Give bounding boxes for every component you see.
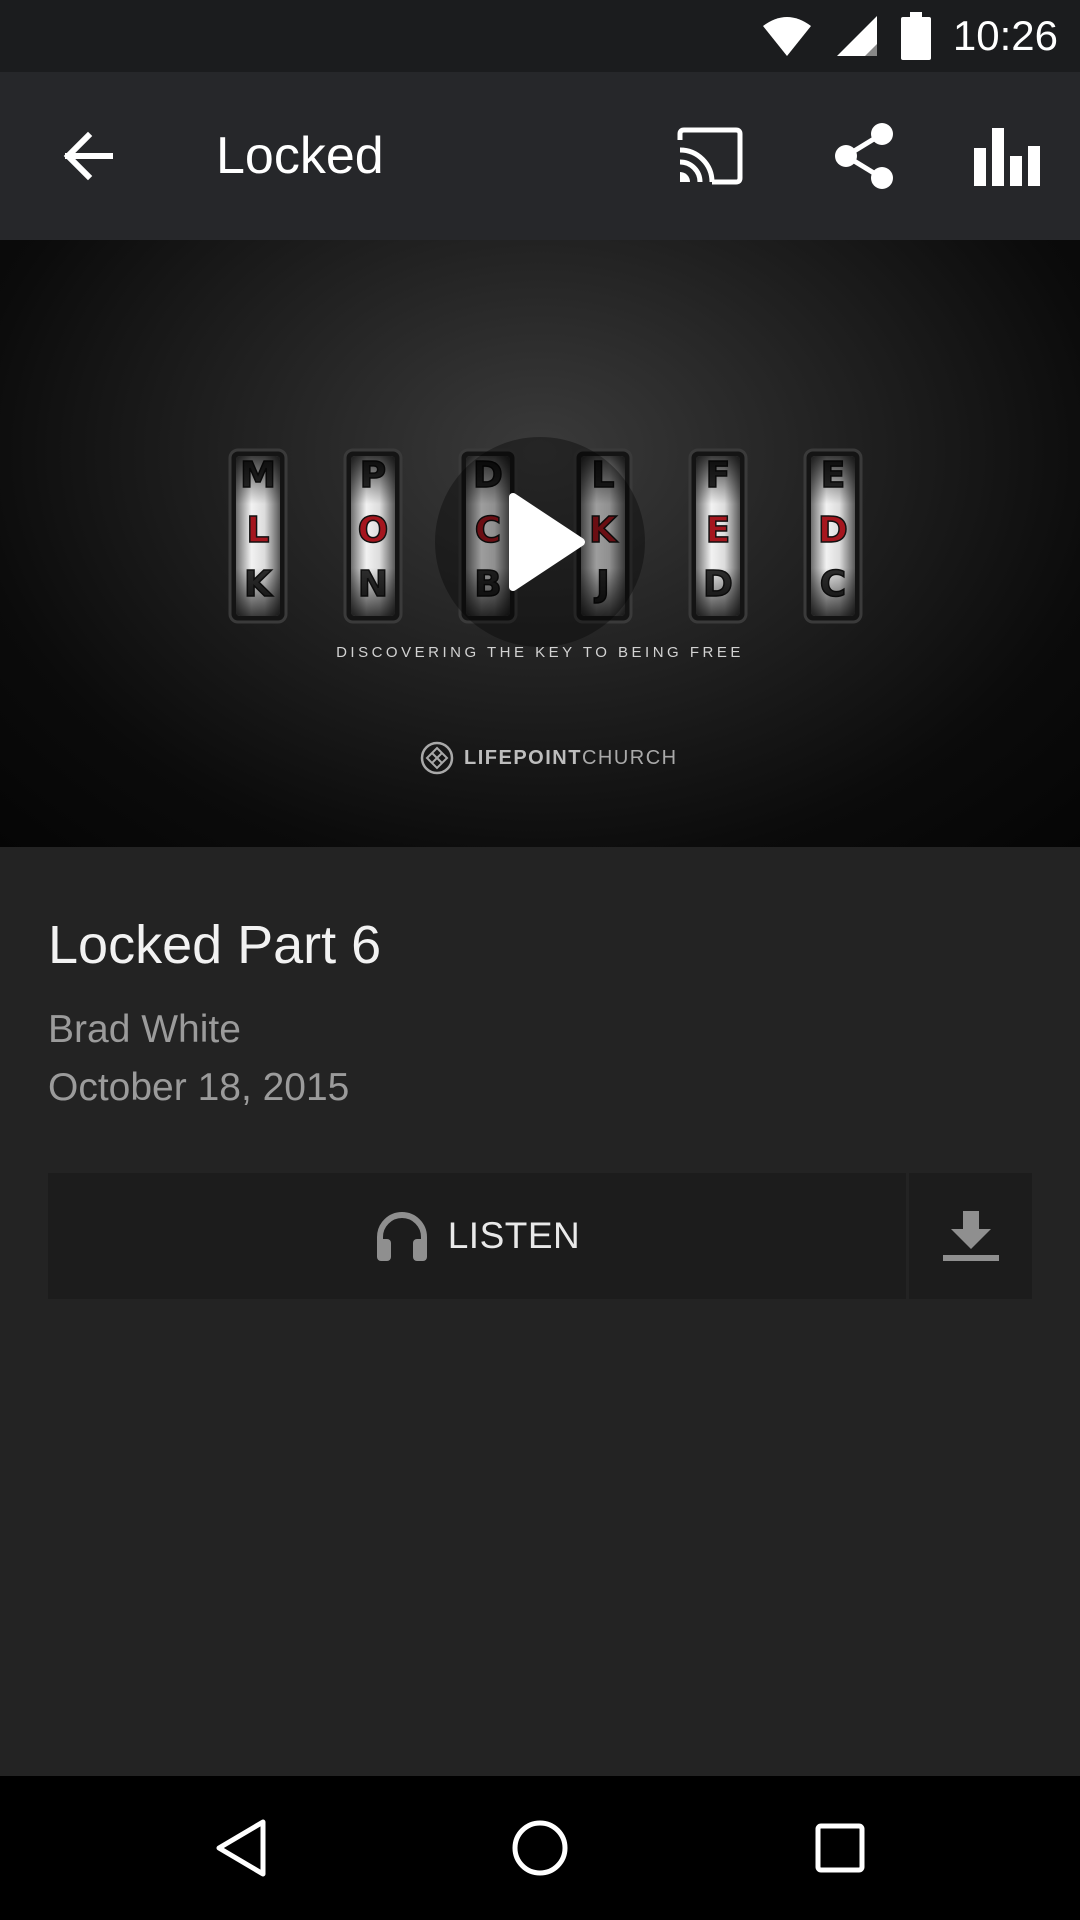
signal-icon: [836, 16, 877, 56]
headphones-icon: [376, 1212, 427, 1261]
share-icon[interactable]: [828, 120, 900, 192]
lock-tumbler: MLK: [228, 448, 288, 624]
lifepoint-logo-icon: [420, 741, 454, 775]
app-bar: Locked: [0, 72, 1080, 240]
artwork-tagline: DISCOVERING THE KEY TO BEING FREE: [336, 644, 744, 661]
play-button[interactable]: [433, 435, 647, 649]
brand-name-bold: LIFEPOINT: [464, 746, 582, 769]
cast-icon[interactable]: [672, 120, 744, 192]
equalizer-icon[interactable]: [972, 120, 1044, 192]
sermon-artwork[interactable]: MLKPONDCBLKJFEDEDC DISCOVERING THE KEY T…: [0, 240, 1080, 847]
battery-icon: [900, 12, 931, 60]
lock-tumbler: PON: [343, 448, 403, 624]
back-arrow-icon[interactable]: [52, 120, 124, 192]
sermon-speaker: Brad White: [48, 1008, 241, 1051]
lock-tumbler: FED: [688, 448, 748, 624]
status-clock: 10:26: [952, 12, 1058, 59]
wifi-icon: [762, 17, 811, 56]
page-title: Locked: [216, 127, 384, 185]
brand-name-light: CHURCH: [581, 746, 678, 769]
download-icon: [942, 1211, 999, 1261]
sermon-date: October 18, 2015: [48, 1066, 350, 1109]
listen-label: LISTEN: [447, 1215, 581, 1256]
nav-home-icon[interactable]: [504, 1812, 576, 1884]
status-bar: 10:26: [0, 0, 1080, 72]
nav-back-icon[interactable]: [205, 1812, 277, 1884]
listen-button[interactable]: LISTEN: [48, 1173, 906, 1299]
download-button[interactable]: [909, 1173, 1032, 1299]
system-navigation-bar: [0, 1776, 1080, 1920]
lock-tumbler: EDC: [803, 448, 863, 624]
nav-recents-icon[interactable]: [804, 1812, 876, 1884]
church-logo: LIFEPOINTCHURCH: [420, 738, 678, 778]
sermon-title: Locked Part 6: [48, 915, 382, 975]
